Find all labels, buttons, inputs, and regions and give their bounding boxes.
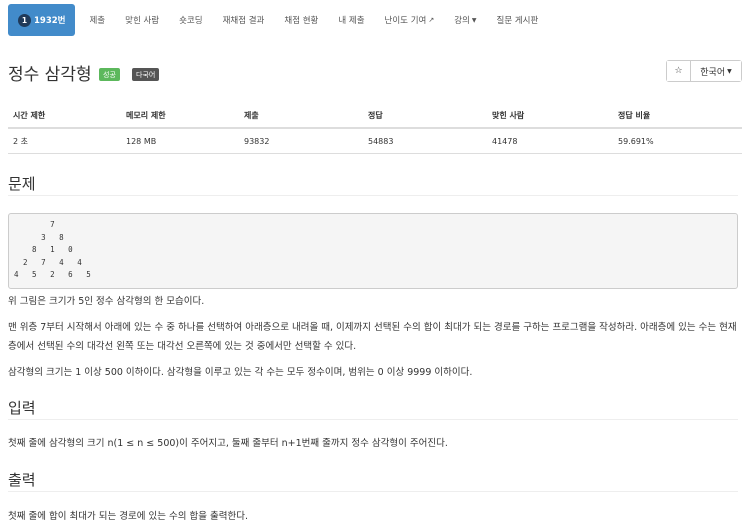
tab-difficulty-label: 난이도 기여 <box>384 16 427 26</box>
problem-paragraph-1: 위 그림은 크기가 5인 정수 삼각형의 한 모습이다. <box>8 296 205 307</box>
value-time-limit: 2 초 <box>13 136 28 146</box>
language-label: 한국어 <box>700 67 726 78</box>
tab-short-coding[interactable]: 숏코딩 <box>169 0 212 40</box>
star-icon: ☆ <box>674 66 683 76</box>
title-button-group: ☆ 한국어 ▼ <box>666 60 742 82</box>
language-dropdown[interactable]: 한국어 ▼ <box>691 61 741 81</box>
problem-info-table: 시간 제한 메모리 제한 제출 정답 맞힌 사람 정답 비율 2 초 128 M… <box>8 104 742 154</box>
tab-status[interactable]: 채점 현황 <box>274 0 328 40</box>
tab-lectures[interactable]: 강의 ▼ <box>444 0 486 40</box>
section-divider <box>8 195 738 196</box>
status-badge-multilang: 다국어 <box>132 68 160 81</box>
value-submissions: 93832 <box>244 136 270 146</box>
tab-solved-users[interactable]: 맞힌 사람 <box>115 0 169 40</box>
tab-submit[interactable]: 제출 <box>79 0 115 40</box>
header-time-limit: 시간 제한 <box>13 111 46 120</box>
star-button[interactable]: ☆ <box>667 61 691 81</box>
problem-paragraph-2: 맨 위층 7부터 시작해서 아래에 있는 수 중 하나를 선택하여 아래층으로 … <box>8 322 737 352</box>
page-title: 정수 삼각형 <box>8 65 92 85</box>
output-paragraph: 첫째 줄에 합이 최대가 되는 경로에 있는 수의 합을 출력한다. <box>8 511 248 522</box>
header-submissions: 제출 <box>244 111 259 120</box>
title-row: 정수 삼각형 성공 다국어 ☆ 한국어 ▼ <box>8 60 742 86</box>
problem-paragraph-3: 삼각형의 크기는 1 이상 500 이하이다. 삼각형을 이루고 있는 각 수는… <box>8 367 473 378</box>
problem-heading: 문제 <box>8 175 36 193</box>
tab-my-submissions[interactable]: 내 제출 <box>328 0 374 40</box>
input-paragraph: 첫째 줄에 삼각형의 크기 n(1 ≤ n ≤ 500)이 주어지고, 둘째 줄… <box>8 438 448 449</box>
problem-nav: 1 1932번 제출 맞힌 사람 숏코딩 재채점 결과 채점 현황 내 제출 난… <box>0 0 750 40</box>
header-memory-limit: 메모리 제한 <box>126 111 166 120</box>
status-badge-success: 성공 <box>99 68 120 81</box>
tab-qna[interactable]: 질문 게시판 <box>487 0 549 40</box>
section-divider <box>8 491 738 492</box>
problem-badge-icon: 1 <box>18 13 31 27</box>
tab-rejudge[interactable]: 재채점 결과 <box>213 0 275 40</box>
value-accept-ratio: 59.691% <box>618 136 654 146</box>
caret-down-icon: ▼ <box>471 16 477 24</box>
input-heading: 입력 <box>8 399 36 417</box>
table-header-row: 시간 제한 메모리 제한 제출 정답 맞힌 사람 정답 비율 <box>8 104 742 129</box>
output-heading: 출력 <box>8 471 36 489</box>
header-solved-users: 맞힌 사람 <box>492 111 525 120</box>
value-solved-users: 41478 <box>492 136 518 146</box>
problem-number: 1932번 <box>34 16 66 26</box>
tab-difficulty[interactable]: 난이도 기여 ↗ <box>375 0 445 40</box>
caret-down-icon: ▼ <box>727 67 732 75</box>
table-row: 2 초 128 MB 93832 54883 41478 59.691% <box>8 129 742 154</box>
value-memory-limit: 128 MB <box>126 136 157 146</box>
header-accepted: 정답 <box>368 111 383 120</box>
triangle-example: 7 3 8 8 1 0 2 7 4 4 4 5 2 6 5 <box>8 213 738 289</box>
value-accepted: 54883 <box>368 136 394 146</box>
section-divider <box>8 419 738 420</box>
tab-lectures-label: 강의 <box>454 16 470 26</box>
tab-problem[interactable]: 1 1932번 <box>8 4 76 36</box>
external-link-icon: ↗ <box>428 16 435 24</box>
header-accept-ratio: 정답 비율 <box>618 111 651 120</box>
